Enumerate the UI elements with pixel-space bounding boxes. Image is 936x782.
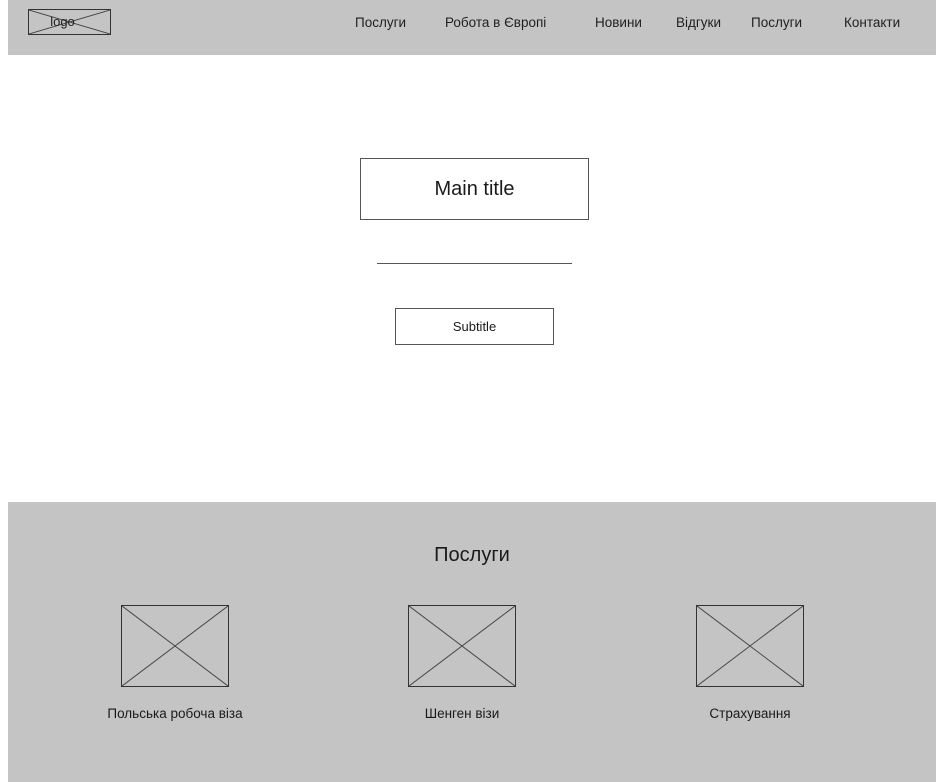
service-image-schengen-visa[interactable] bbox=[408, 605, 516, 687]
nav-item-reviews[interactable]: Відгуки bbox=[676, 0, 721, 46]
logo[interactable]: logo bbox=[28, 9, 111, 35]
service-label-schengen-visa[interactable]: Шенген візи bbox=[352, 706, 572, 721]
hero-divider bbox=[377, 263, 572, 264]
nav-item-services-2[interactable]: Послуги bbox=[751, 0, 802, 46]
nav-item-news[interactable]: Новини bbox=[595, 0, 642, 46]
service-label-polish-work-visa[interactable]: Польська робоча віза bbox=[65, 706, 285, 721]
service-image-polish-work-visa[interactable] bbox=[121, 605, 229, 687]
services-section: Послуги Польська робоча віза Шенген візи… bbox=[8, 502, 936, 782]
nav-item-work-in-europe[interactable]: Робота в Європі bbox=[445, 0, 546, 46]
nav-item-services[interactable]: Послуги bbox=[355, 0, 406, 46]
main-title: Main title bbox=[360, 158, 589, 220]
service-image-insurance[interactable] bbox=[696, 605, 804, 687]
service-label-insurance[interactable]: Страхування bbox=[640, 706, 860, 721]
subtitle: Subtitle bbox=[395, 308, 554, 345]
image-placeholder-icon bbox=[697, 606, 803, 686]
nav-item-contacts[interactable]: Контакти bbox=[844, 0, 900, 46]
header-bar: logo Послуги Робота в Європі Новини Відг… bbox=[8, 0, 936, 55]
image-placeholder-icon bbox=[409, 606, 515, 686]
image-placeholder-icon bbox=[122, 606, 228, 686]
logo-text: logo bbox=[50, 14, 75, 29]
services-title: Послуги bbox=[434, 544, 510, 566]
